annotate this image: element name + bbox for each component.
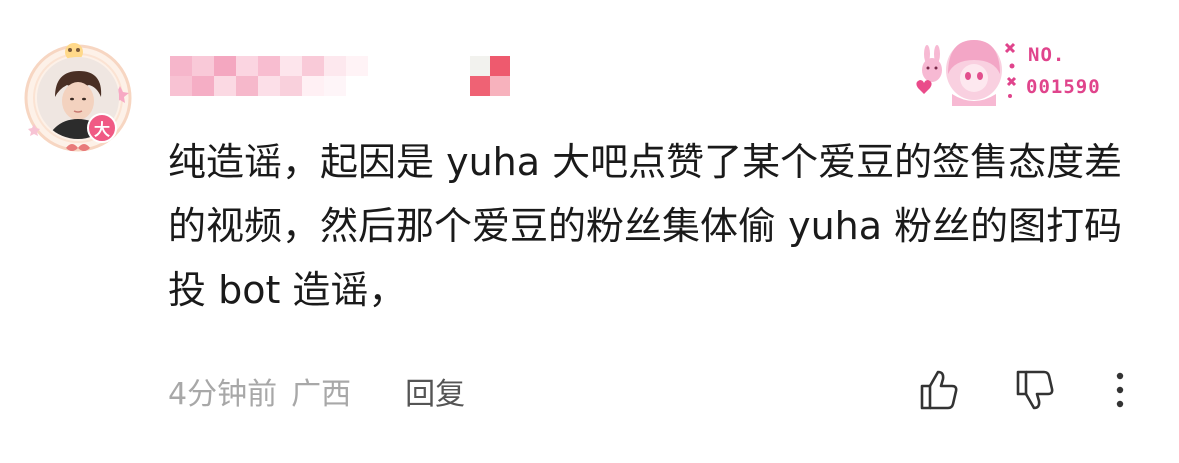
fan-badge-number: 001590 xyxy=(1026,76,1101,98)
fan-badge-label: NO. xyxy=(1028,44,1066,66)
comment-text: 纯造谣，起因是 yuha 大吧点赞了某个爱豆的签售态度差的视频，然后那个爱豆的粉… xyxy=(168,140,1123,312)
thumbs-down-icon[interactable] xyxy=(1012,366,1060,414)
thumbs-up-icon[interactable] xyxy=(916,366,964,414)
more-vertical-icon[interactable] xyxy=(1100,366,1140,414)
level-badge: 大 xyxy=(87,113,117,143)
reply-button[interactable]: 回复 xyxy=(405,369,465,413)
comment-location: 广西 xyxy=(291,377,352,412)
username-redacted[interactable] xyxy=(170,56,530,96)
comment-meta: 4分钟前 广西 回复 xyxy=(168,366,465,416)
avatar[interactable] xyxy=(22,42,134,154)
comment-card: 大 NO. 001590 纯造谣，起因是 yuha 大吧点赞了某个爱豆的签售态度… xyxy=(0,0,1179,463)
comment-time: 4分钟前 xyxy=(168,377,278,412)
